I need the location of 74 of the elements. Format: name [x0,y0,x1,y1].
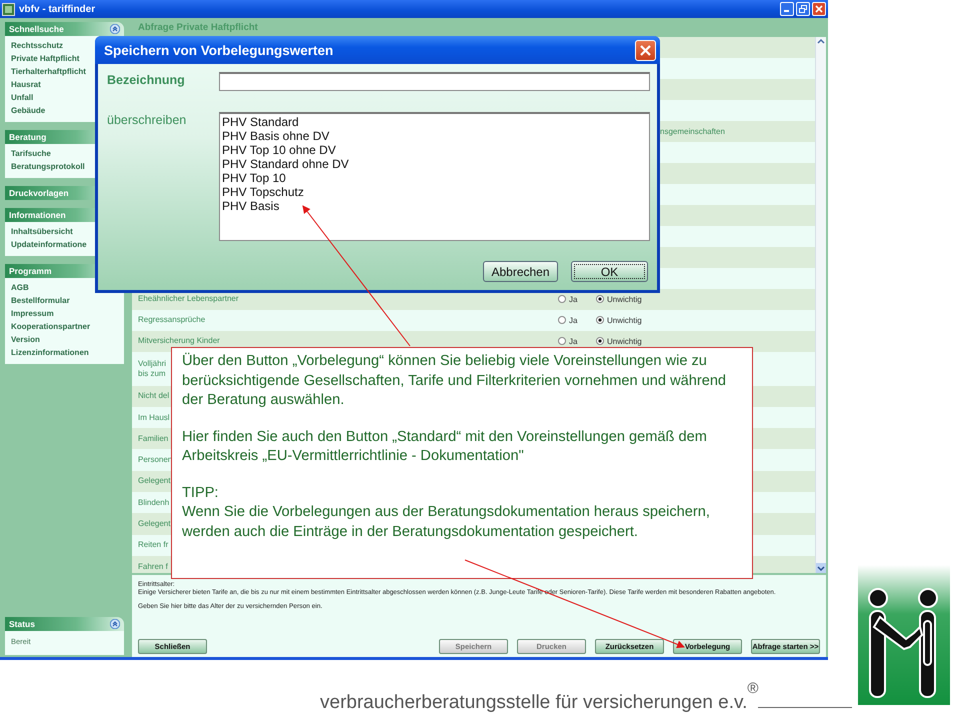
field-label: Bezeichnung [107,72,186,87]
row-label: Nicht del [138,391,170,402]
option-label: Ja [569,336,578,346]
collapse-icon[interactable] [110,619,120,629]
sidebar-link[interactable]: Impressum [11,307,124,320]
section-title: Druckvorlagen [9,188,69,198]
dialog-title: Speichern von Vorbelegungswerten [104,42,334,58]
row-label: Regressansprüche [138,315,206,326]
list-item[interactable]: PHV Basis [222,199,280,213]
section-title: Status [9,619,35,629]
list-item[interactable]: PHV Top 10 ohne DV [222,143,336,157]
option-label: Ja [569,294,578,304]
section-header[interactable]: Schnellsuche [5,22,124,36]
page-title: Abfrage Private Haftpflicht [138,22,258,33]
name-field[interactable] [219,72,650,91]
close-icon [639,44,652,56]
callout-text: Hier finden Sie auch den Button „Standard“ mit den Voreinstellungen gemäß dem Arbeitskreis „EU-Vermittlerrichtlinie - Dokumentation" [182,428,708,466]
callout-text: Über den Button „Vorbelegung“ können Sie beliebig viele Voreinstellungen wie zu berücksichtigende Gesellschaften, Tarife und Filterkriterien vornehmen und während der Beratung auswählen. [182,352,728,410]
radio-button[interactable] [558,337,566,346]
tip-text: Wenn Sie die Vorbelegungen aus der Beratungsdokumentation heraus speichern, werden auch die Einträge in der Beratungsdokumentation gespeichert. [182,503,711,542]
sidebar-link[interactable]: Version [11,333,124,346]
list-item[interactable]: PHV Basis ohne DV [222,129,330,143]
registered-mark: ® [747,680,758,697]
row-label: Blindenh [138,498,170,508]
row-label: bis zum [138,368,166,379]
tagline: verbraucherberatungsstelle für versicherungen e.v. [320,692,748,714]
option-label: Unwichtig [607,336,642,346]
section-title: Beratung [9,132,46,142]
section-title: Schnellsuche [9,24,64,34]
sidebar-link[interactable]: Kooperationspartner [11,320,124,333]
radio-button[interactable] [596,337,604,346]
minimize-button[interactable] [780,2,794,16]
close-icon [815,5,823,13]
row-label: Gelegent [138,476,170,486]
row-label: Fahren f [138,562,168,572]
row-label: Im Hausl [138,412,170,423]
row-label: nsgemeinschaften [660,126,725,136]
section-title: Programm [9,266,52,276]
row-label: Eheähnlicher Lebenspartner [138,294,239,304]
radio-button[interactable] [558,316,566,324]
tip-heading: TIPP: [182,484,220,502]
dialog-close-button[interactable] [635,40,656,60]
option-label: Unwichtig [607,294,642,304]
radio-button[interactable] [596,295,604,304]
row-label: Personen [138,455,172,466]
list-item[interactable]: PHV Standard ohne DV [222,157,349,171]
scroll-down-icon[interactable] [816,562,826,573]
radio-button[interactable] [596,316,604,324]
list-item[interactable]: PHV Topschutz [222,185,304,199]
app-icon [2,2,15,16]
sidebar-link[interactable]: Bestellformular [11,294,124,307]
row-label: Mitversicherung Kinder [138,336,220,346]
option-label: Ja [569,316,578,325]
scrollbar[interactable] [815,36,826,573]
list-item[interactable]: PHV Top 10 [222,171,286,185]
restore-icon [799,5,807,13]
restore-button[interactable] [796,2,810,16]
row-label: Reiten fr [138,540,168,550]
section-header[interactable]: Status [5,617,124,631]
close-button[interactable] [812,2,826,16]
dialog-button[interactable]: OK [571,261,648,282]
collapse-icon[interactable] [110,24,120,34]
option-label: Unwichtig [607,316,642,325]
row-label: Familien [138,434,168,444]
field-label: überschreiben [107,112,188,127]
list-item[interactable]: PHV Standard [222,115,299,129]
row-label: Gelegent [138,519,170,530]
sidebar-link[interactable]: Lizenzinformationen [11,346,124,359]
window-title: vbfv - tariffinder [19,4,96,14]
preset-list[interactable]: PHV Standard PHV Basis ohne DV PHV Top 10 ohne DV PHV Standard ohne DV PHV Top 10 PHV Topschutz PHV Basis [219,112,650,241]
radio-button[interactable] [558,295,566,304]
row-label: Volljähri [138,358,166,369]
dialog-button[interactable]: Abbrechen [483,261,558,282]
section-title: Informationen [9,210,66,220]
